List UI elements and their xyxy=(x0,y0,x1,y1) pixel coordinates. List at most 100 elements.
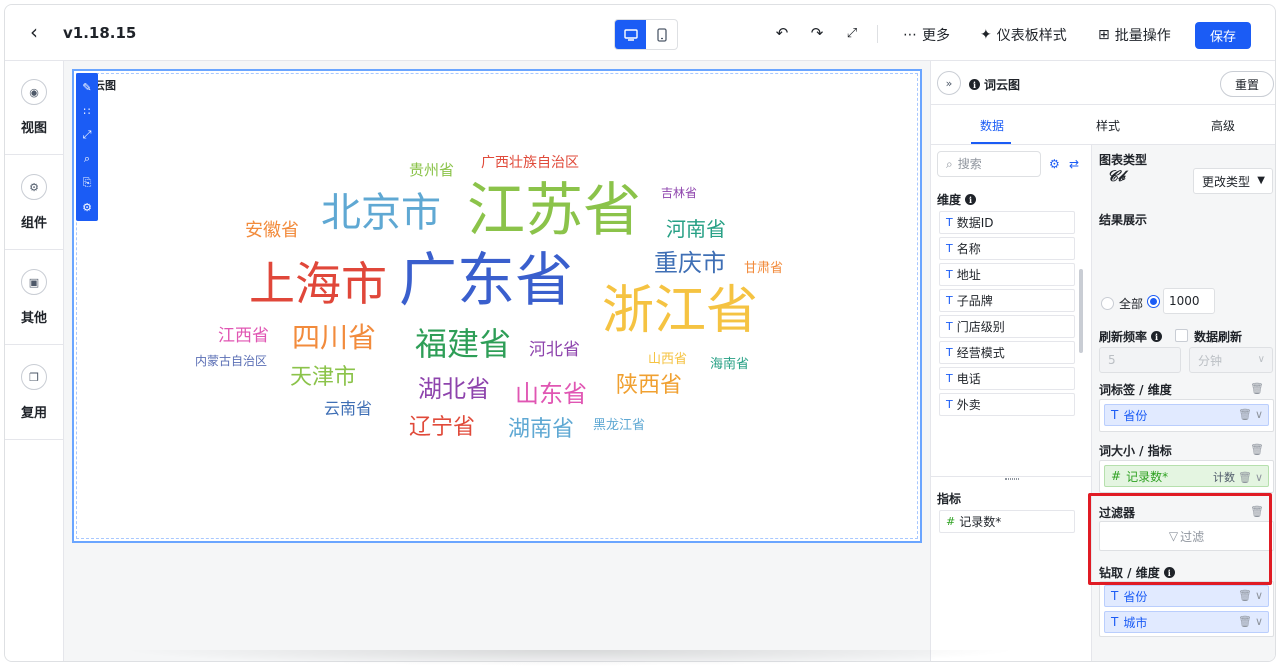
splitter-handle[interactable] xyxy=(931,476,1092,482)
word-label-pill[interactable]: T 省份 🗑 ∨ xyxy=(1104,404,1269,426)
cloud-word[interactable]: 广西壮族自治区 xyxy=(481,156,579,170)
cloud-word[interactable]: 河北省 xyxy=(529,342,580,359)
chevron-down-icon[interactable]: ∨ xyxy=(1255,471,1263,484)
dimension-field[interactable]: T 外卖 xyxy=(939,393,1075,416)
rail-item-component[interactable]: ⚙ 组件 xyxy=(5,156,63,250)
chevron-down-icon[interactable]: ∨ xyxy=(1255,615,1263,628)
rail-item-other[interactable]: ▣ 其他 xyxy=(5,251,63,345)
cloud-word[interactable]: 河南省 xyxy=(666,219,726,239)
tab-style[interactable]: 样式 xyxy=(1096,117,1120,134)
refresh-unit-select[interactable]: 分钟 ∨ xyxy=(1189,347,1273,373)
cloud-word[interactable]: 湖南省 xyxy=(508,419,574,441)
save-button[interactable]: 保存 xyxy=(1195,22,1251,49)
search-doc-icon[interactable]: ⌕ xyxy=(77,147,97,171)
cloud-word[interactable]: 湖北省 xyxy=(418,377,490,401)
aggregation-label[interactable]: 计数 xyxy=(1213,469,1235,485)
edit-icon[interactable]: ✎ xyxy=(77,75,97,99)
measure-field[interactable]: # 记录数* xyxy=(939,510,1075,533)
search-box[interactable]: ⌕ xyxy=(937,151,1041,177)
dimension-field[interactable]: T 经营模式 xyxy=(939,341,1075,364)
settings-icon[interactable]: ⚙ xyxy=(77,195,97,219)
swap-icon[interactable]: ⇄ xyxy=(1069,157,1079,171)
batch-operation-button[interactable]: ⊞ 批量操作 xyxy=(1098,25,1171,45)
trash-icon[interactable]: 🗑 xyxy=(1250,505,1264,518)
more-button[interactable]: ⋯ 更多 xyxy=(903,25,950,45)
back-icon[interactable]: ‹ xyxy=(23,20,45,44)
expand-icon[interactable]: ⤢ xyxy=(842,23,862,43)
cloud-word[interactable]: 海南省 xyxy=(710,358,749,371)
cloud-word[interactable]: 福建省 xyxy=(415,328,511,360)
cloud-word[interactable]: 广东省 xyxy=(399,251,573,309)
monitor-icon xyxy=(623,28,638,41)
change-type-select[interactable]: 更改类型 ▼ xyxy=(1193,168,1273,194)
dimension-field[interactable]: T 数据ID xyxy=(939,211,1075,234)
trash-icon[interactable]: 🗑 xyxy=(1250,443,1264,456)
cloud-word[interactable]: 甘肃省 xyxy=(744,262,783,275)
word-label-dropzone[interactable]: T 省份 🗑 ∨ xyxy=(1099,399,1274,432)
dimension-field[interactable]: T 子品牌 xyxy=(939,289,1075,312)
cloud-word[interactable]: 云南省 xyxy=(324,401,372,417)
data-refresh-checkbox[interactable] xyxy=(1175,329,1188,342)
drill-dropzone[interactable]: T 省份 🗑 ∨ T 城市 🗑 ∨ xyxy=(1099,581,1274,637)
cloud-word[interactable]: 陕西省 xyxy=(616,375,682,397)
word-size-pill[interactable]: # 记录数* 计数 🗑 ∨ xyxy=(1104,465,1269,487)
cloud-word[interactable]: 山西省 xyxy=(648,353,687,366)
tab-advanced[interactable]: 高级 xyxy=(1211,117,1235,134)
limit-input[interactable] xyxy=(1163,288,1215,314)
dashboard-style-button[interactable]: ✦ 仪表板样式 xyxy=(980,25,1067,45)
drill-pill-city[interactable]: T 城市 🗑 ∨ xyxy=(1104,611,1269,633)
text-type-icon: T xyxy=(946,294,953,307)
trash-icon[interactable]: 🗑 xyxy=(1238,471,1252,484)
cloud-word[interactable]: 吉林省 xyxy=(661,187,697,199)
cloud-word[interactable]: 上海市 xyxy=(249,261,387,307)
field-list-scrollbar[interactable] xyxy=(1079,269,1083,353)
search-input[interactable] xyxy=(957,157,1028,171)
tab-data[interactable]: 数据 xyxy=(980,117,1004,134)
cloud-word[interactable]: 安徽省 xyxy=(245,222,299,240)
cloud-word[interactable]: 内蒙古自治区 xyxy=(195,355,267,367)
desktop-view-button[interactable] xyxy=(615,20,646,49)
cloud-word[interactable]: 江苏省 xyxy=(467,181,641,239)
refresh-interval-input[interactable]: 5 xyxy=(1099,347,1181,373)
dimension-field[interactable]: T 名称 xyxy=(939,237,1075,260)
cloud-word[interactable]: 四川省 xyxy=(292,324,376,352)
cloud-word[interactable]: 黑龙江省 xyxy=(593,419,645,432)
view-icon: ◉ xyxy=(21,79,47,105)
trash-icon[interactable]: 🗑 xyxy=(1238,615,1252,628)
dimension-field[interactable]: T 电话 xyxy=(939,367,1075,390)
chevron-down-icon[interactable]: ∨ xyxy=(1255,589,1263,602)
word-size-dropzone[interactable]: # 记录数* 计数 🗑 ∨ xyxy=(1099,460,1274,493)
cloud-word[interactable]: 山东省 xyxy=(515,382,587,406)
trash-icon[interactable]: 🗑 xyxy=(1238,589,1252,602)
cloud-word[interactable]: 辽宁省 xyxy=(409,417,475,439)
dimension-field[interactable]: T 地址 xyxy=(939,263,1075,286)
cloud-word[interactable]: 贵州省 xyxy=(409,163,454,178)
radio-limit[interactable] xyxy=(1147,295,1160,308)
rail-item-view[interactable]: ◉ 视图 xyxy=(5,61,63,155)
cloud-word[interactable]: 天津市 xyxy=(290,367,356,389)
cloud-word[interactable]: 浙江省 xyxy=(602,285,758,337)
redo-icon[interactable]: ↷ xyxy=(807,23,827,43)
field-label: 名称 xyxy=(956,242,981,256)
undo-icon[interactable]: ↶ xyxy=(772,23,792,43)
mobile-view-button[interactable] xyxy=(646,20,677,49)
export-icon[interactable]: ⎘ xyxy=(77,171,97,195)
chevron-down-icon[interactable]: ∨ xyxy=(1255,408,1263,421)
dimension-field[interactable]: T 门店级别 xyxy=(939,315,1075,338)
fullscreen-icon[interactable]: ⤢ xyxy=(77,123,97,147)
rail-item-reuse[interactable]: ❐ 复用 xyxy=(5,346,63,440)
trash-icon[interactable]: 🗑 xyxy=(1250,382,1264,395)
more-label: 更多 xyxy=(922,28,950,44)
radio-all[interactable]: 全部 xyxy=(1101,295,1143,312)
reset-button[interactable]: 重置 xyxy=(1220,71,1274,97)
collapse-icon[interactable]: » xyxy=(937,71,961,95)
cloud-word[interactable]: 江西省 xyxy=(218,328,269,345)
chart-grid-icon[interactable]: ∷ xyxy=(77,99,97,123)
cloud-word[interactable]: 重庆市 xyxy=(654,251,726,275)
filter-dropzone[interactable]: ▽ 过滤 xyxy=(1099,521,1274,551)
wordcloud-widget[interactable]: 江苏省广东省 浙江省 上海市 北京市福建省 四川省 重庆市湖北省 山东省 河南省陕西省 天津市辽… xyxy=(72,69,922,543)
cloud-word[interactable]: 北京市 xyxy=(321,193,441,233)
trash-icon[interactable]: 🗑 xyxy=(1238,408,1252,421)
drill-pill-province[interactable]: T 省份 🗑 ∨ xyxy=(1104,585,1269,607)
field-settings-icon[interactable]: ⚙ xyxy=(1049,157,1060,171)
